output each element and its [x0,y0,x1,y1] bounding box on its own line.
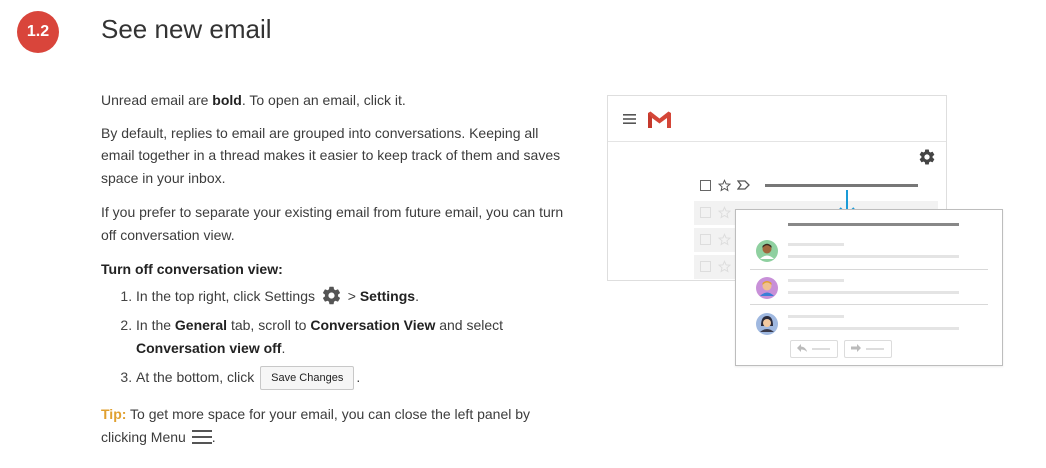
intro-text-end: . To open an email, click it. [241,92,406,108]
article-body: Unread email are bold. To open an email,… [101,89,571,448]
separate-email-paragraph: If you prefer to separate your existing … [101,204,564,243]
step3-text: At the bottom, click [136,369,259,385]
reply-label-placeholder [812,348,830,350]
checkbox-icon [700,234,711,245]
tip-end: . [211,428,216,445]
settings-label: Settings [359,287,416,304]
conversation-view-label: Conversation View [310,317,436,333]
instruction-step-2: In the General tab, scroll to Conversati… [136,314,571,359]
important-icon [737,180,750,190]
forward-label-placeholder [866,348,884,350]
divider [750,304,988,305]
gear-icon [919,149,935,165]
checkbox-icon [700,180,711,191]
forward-icon [851,344,861,352]
step-number-badge: 1.2 [17,11,59,53]
instructions-list: In the top right, click Settings > Setti… [101,285,571,391]
avatar [756,277,778,299]
star-icon [718,206,731,219]
instruction-step-3: At the bottom, click Save Changes. [136,366,571,391]
gmail-logo [648,111,671,128]
star-icon [718,179,731,192]
step1-end: . [415,287,419,304]
message-preview-line [788,315,844,318]
conversations-paragraph: By default, replies to email are grouped… [101,124,561,186]
gmail-header [608,96,946,142]
conversation-view-off-label: Conversation view off [136,339,282,356]
message-preview-line [788,243,844,246]
save-changes-button[interactable]: Save Changes [260,366,355,391]
email-row [694,174,938,198]
gear-icon [322,286,340,304]
reply-icon [797,344,807,352]
conversation-thread-popup [735,209,1003,366]
message-preview-line [788,279,844,282]
step3-end: . [356,369,361,385]
avatar [756,240,778,262]
avatar [756,313,778,335]
step1-separator: > [343,287,360,304]
star-icon [718,260,731,273]
intro-text: Unread email are [101,92,213,108]
tip-paragraph: Tip: To get more space for your email, y… [101,403,571,448]
intro-paragraph: Unread email are bold. To open an email,… [101,89,571,112]
page-title: See new email [101,14,272,44]
message-preview-line [788,291,959,294]
star-icon [718,233,731,246]
bold-word: bold [212,92,242,108]
divider [750,269,988,270]
menu-icon [623,114,636,124]
message-preview-line [788,327,959,330]
thread-subject-line [788,223,959,226]
instruction-step-1: In the top right, click Settings > Setti… [136,285,571,308]
tip-label: Tip: [101,406,127,423]
instructions-heading: Turn off conversation view: [101,261,283,277]
step2-text-2: tab, scroll to [227,317,311,333]
tip-text: To get more space for your email, you ca… [101,406,531,445]
step2-text-3: and select [435,317,504,333]
checkbox-icon [700,261,711,272]
step2-end: . [281,339,286,356]
email-subject-line [765,184,918,187]
step2-text-1: In the [136,317,175,333]
general-tab-label: General [174,317,228,333]
forward-button[interactable] [844,340,892,358]
checkbox-icon [700,207,711,218]
step1-text: In the top right, click Settings [136,287,315,304]
reply-button[interactable] [790,340,838,358]
menu-icon [191,429,212,444]
message-preview-line [788,255,959,258]
